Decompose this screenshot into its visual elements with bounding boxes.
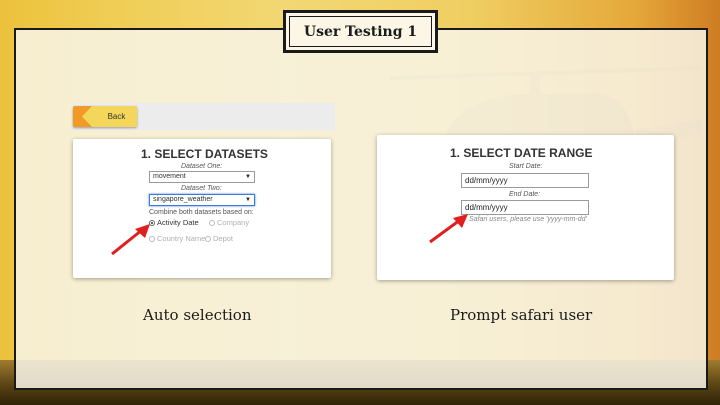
radio-unselected-icon	[205, 235, 211, 242]
safari-note: Safari users, please use 'yyyy-mm-dd'	[469, 216, 587, 223]
radio-unselected-icon	[209, 219, 215, 226]
dataset-two-value: singapore_weather	[153, 196, 213, 203]
dataset-one-select[interactable]: movement ▼	[149, 171, 255, 183]
radio-activity-date[interactable]: Activity Date	[149, 218, 199, 227]
dataset-one-value: movement	[153, 173, 186, 180]
left-caption: Auto selection	[143, 306, 252, 324]
chevron-down-icon: ▼	[245, 197, 251, 203]
back-bar: Back	[72, 103, 335, 130]
combine-label: Combine both datasets based on:	[149, 209, 254, 216]
date-range-heading: 1. SELECT DATE RANGE	[450, 146, 593, 160]
radio-label: Depot	[213, 234, 234, 243]
end-date-input[interactable]: dd/mm/yyyy	[461, 200, 589, 215]
datasets-heading: 1. SELECT DATASETS	[141, 147, 268, 161]
radio-country-name[interactable]: Country Name	[149, 234, 205, 243]
dataset-two-select[interactable]: singapore_weather ▼	[149, 194, 255, 206]
radio-company[interactable]: Company	[209, 218, 249, 227]
dataset-two-label: Dataset Two:	[181, 185, 222, 192]
radio-label: Country Name	[157, 234, 206, 243]
radio-label: Activity Date	[157, 218, 199, 227]
date-range-screenshot: 1. SELECT DATE RANGE Start Date: dd/mm/y…	[377, 135, 674, 280]
red-arrow-icon	[111, 224, 150, 256]
dataset-one-label: Dataset One:	[181, 163, 223, 170]
start-date-input[interactable]: dd/mm/yyyy	[461, 173, 589, 188]
red-arrow-icon	[429, 214, 468, 244]
start-date-label: Start Date:	[509, 163, 543, 170]
slide-title: User Testing 1	[283, 10, 438, 53]
right-caption: Prompt safari user	[450, 306, 593, 324]
end-date-label: End Date:	[509, 191, 541, 198]
chevron-down-icon: ▼	[245, 174, 251, 180]
radio-depot[interactable]: Depot	[205, 234, 233, 243]
back-button[interactable]: Back	[73, 106, 137, 127]
radio-label: Company	[217, 218, 250, 227]
back-button-label: Back	[82, 106, 137, 127]
